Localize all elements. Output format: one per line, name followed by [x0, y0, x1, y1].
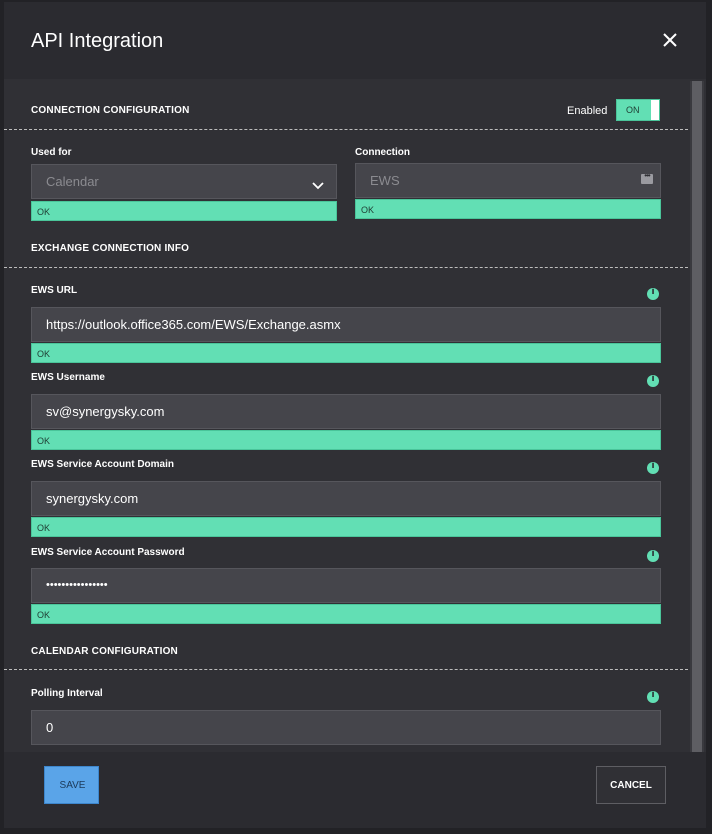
- info-icon[interactable]: i: [647, 461, 659, 474]
- save-button[interactable]: SAVE: [44, 766, 99, 804]
- calendar-config-title: CALENDAR CONFIGURATION: [31, 646, 178, 657]
- connection-field[interactable]: EWS •••: [355, 163, 661, 198]
- used-for-status-text: OK: [37, 207, 51, 217]
- ews-domain-input[interactable]: synergysky.com: [31, 481, 661, 516]
- used-for-select[interactable]: Calendar: [31, 164, 337, 199]
- ews-password-label: EWS Service Account Password: [31, 547, 185, 558]
- ews-username-label: EWS Username: [31, 372, 105, 383]
- connection-config-title: CONNECTION CONFIGURATION: [31, 105, 190, 116]
- exchange-info-title: EXCHANGE CONNECTION INFO: [31, 243, 190, 254]
- modal-footer: SAVE CANCEL: [4, 752, 706, 828]
- ews-username-input[interactable]: sv@synergysky.com: [31, 394, 661, 429]
- ews-username-status: OK: [31, 430, 661, 450]
- connection-status-text: OK: [361, 205, 375, 215]
- polling-interval-value: 0: [46, 720, 54, 735]
- api-integration-modal: API Integration CONNECTION CONFIGURATION…: [4, 2, 706, 828]
- info-icon[interactable]: i: [647, 549, 659, 562]
- ews-password-value: ••••••••••••••••: [46, 579, 108, 591]
- section-divider: [4, 669, 688, 670]
- ews-password-status: OK: [31, 604, 661, 624]
- enabled-label: Enabled: [567, 105, 608, 117]
- ews-username-status-text: OK: [37, 436, 51, 446]
- modal-header: API Integration: [4, 2, 706, 79]
- ews-url-input[interactable]: https://outlook.office365.com/EWS/Exchan…: [31, 307, 661, 342]
- cancel-button[interactable]: CANCEL: [596, 766, 666, 804]
- used-for-label: Used for: [31, 147, 72, 158]
- chevron-down-icon: [312, 177, 324, 195]
- connection-label: Connection: [355, 147, 410, 158]
- modal-title: API Integration: [31, 30, 164, 52]
- connection-value: EWS: [370, 173, 400, 188]
- info-icon[interactable]: i: [647, 287, 659, 300]
- polling-interval-label: Polling Interval: [31, 688, 103, 699]
- ews-domain-status-text: OK: [37, 523, 51, 533]
- scrollbar-thumb[interactable]: [692, 81, 702, 752]
- ews-domain-label: EWS Service Account Domain: [31, 459, 174, 470]
- ews-password-input[interactable]: ••••••••••••••••: [31, 568, 661, 603]
- info-icon[interactable]: i: [647, 374, 659, 387]
- cancel-button-label: CANCEL: [610, 780, 652, 791]
- ews-password-status-text: OK: [37, 610, 51, 620]
- ews-url-status: OK: [31, 343, 661, 363]
- polling-interval-input[interactable]: 0: [31, 710, 661, 745]
- ews-url-label: EWS URL: [31, 285, 78, 296]
- used-for-status: OK: [31, 201, 337, 221]
- modal-body: CONNECTION CONFIGURATION Enabled ON Used…: [4, 79, 706, 752]
- ews-url-value: https://outlook.office365.com/EWS/Exchan…: [46, 317, 341, 332]
- close-icon[interactable]: [660, 30, 680, 50]
- ews-url-status-text: OK: [37, 349, 51, 359]
- ews-domain-status: OK: [31, 517, 661, 537]
- scrollbar[interactable]: [690, 81, 704, 752]
- connection-status: OK: [355, 199, 661, 219]
- ews-username-value: sv@synergysky.com: [46, 404, 165, 419]
- section-divider: [4, 129, 688, 130]
- section-divider: [4, 267, 688, 268]
- toggle-label: ON: [626, 105, 640, 115]
- ews-domain-value: synergysky.com: [46, 491, 139, 506]
- more-dots-icon[interactable]: •••: [641, 171, 653, 184]
- info-icon[interactable]: i: [647, 690, 659, 703]
- used-for-value: Calendar: [46, 174, 99, 189]
- save-button-label: SAVE: [59, 780, 86, 791]
- enabled-toggle[interactable]: ON: [616, 99, 660, 121]
- toggle-knob: [651, 100, 659, 120]
